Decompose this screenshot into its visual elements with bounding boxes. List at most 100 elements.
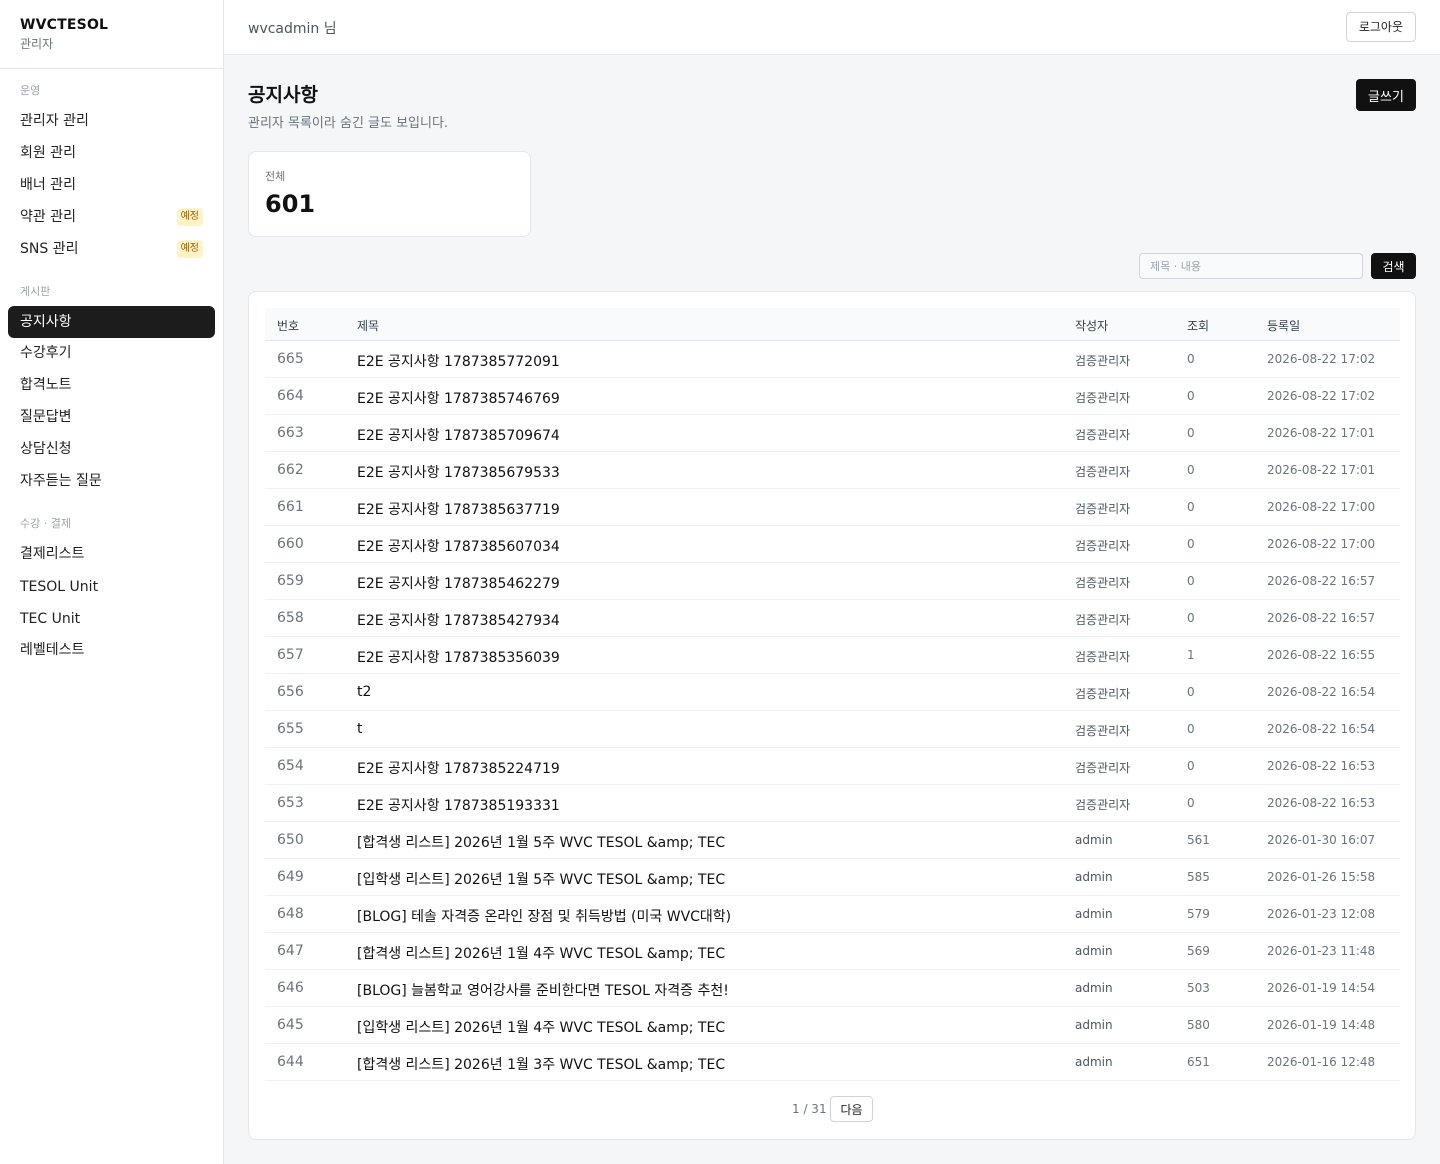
table-row[interactable]: 658 E2E 공지사항 1787385427934 검증관리자 0 2026-08-2… bbox=[265, 600, 1400, 637]
row-date: 2026-08-22 16:57 bbox=[1267, 574, 1376, 588]
table-row[interactable]: 649 [입학생 리스트] 2026년 1월 5주 WVC TESOL &amp;… bbox=[265, 859, 1400, 896]
nav-section-courses-payments: 수강 · 결제 bbox=[20, 517, 71, 530]
sidebar-item-terms-management[interactable]: 약관 관리 예정 bbox=[8, 201, 215, 233]
table-row[interactable]: 657 E2E 공지사항 1787385356039 검증관리자 1 2026-08-2… bbox=[265, 637, 1400, 674]
row-author: 검증관리자 bbox=[1075, 576, 1131, 590]
sidebar-item-label: 합격노트 bbox=[20, 377, 72, 393]
row-date: 2026-08-22 16:54 bbox=[1267, 722, 1376, 736]
sidebar-item-tec-unit[interactable]: TEC Unit bbox=[8, 603, 215, 635]
row-date: 2026-01-23 12:08 bbox=[1267, 907, 1376, 921]
row-title-link[interactable]: E2E 공지사항 1787385462279 bbox=[357, 573, 560, 593]
column-header-author: 작성자 bbox=[1075, 319, 1109, 333]
table-row[interactable]: 647 [합격생 리스트] 2026년 1월 4주 WVC TESOL &amp;… bbox=[265, 933, 1400, 970]
stat-value: 601 bbox=[265, 190, 316, 218]
table-row[interactable]: 650 [합격생 리스트] 2026년 1월 5주 WVC TESOL &amp;… bbox=[265, 822, 1400, 859]
table-body: 665 E2E 공지사항 1787385772091 검증관리자 0 2026-08-2… bbox=[265, 341, 1400, 1081]
sidebar-item-admin-management[interactable]: 관리자 관리 bbox=[8, 105, 215, 137]
row-date: 2026-01-19 14:54 bbox=[1267, 981, 1376, 995]
row-title-link[interactable]: E2E 공지사항 1787385193331 bbox=[357, 795, 560, 815]
row-views: 0 bbox=[1187, 426, 1195, 440]
row-views: 0 bbox=[1187, 722, 1195, 736]
sidebar-item-faq[interactable]: 자주듣는 질문 bbox=[8, 465, 215, 497]
row-title-link[interactable]: [합격생 리스트] 2026년 1월 3주 WVC TESOL &amp; TE… bbox=[357, 1054, 725, 1074]
sidebar-item-tesol-unit[interactable]: TESOL Unit bbox=[8, 571, 215, 603]
row-author: admin bbox=[1075, 870, 1113, 884]
row-number: 660 bbox=[277, 536, 304, 552]
table-row[interactable]: 662 E2E 공지사항 1787385679533 검증관리자 0 2026-08-2… bbox=[265, 452, 1400, 489]
row-title-link[interactable]: E2E 공지사항 1787385427934 bbox=[357, 610, 560, 630]
sidebar-item-payment-list[interactable]: 결제리스트 bbox=[8, 538, 215, 570]
row-date: 2026-01-23 11:48 bbox=[1267, 944, 1376, 958]
row-date: 2026-08-22 16:53 bbox=[1267, 796, 1376, 810]
row-date: 2026-01-26 15:58 bbox=[1267, 870, 1376, 884]
table-row[interactable]: 644 [합격생 리스트] 2026년 1월 3주 WVC TESOL &amp;… bbox=[265, 1044, 1400, 1081]
row-number: 665 bbox=[277, 351, 304, 367]
sidebar-item-level-test[interactable]: 레벨테스트 bbox=[8, 634, 215, 666]
row-author: 검증관리자 bbox=[1075, 650, 1131, 664]
logout-button[interactable]: 로그아웃 bbox=[1345, 12, 1416, 42]
row-date: 2026-08-22 17:00 bbox=[1267, 537, 1376, 551]
row-title-link[interactable]: E2E 공지사항 1787385772091 bbox=[357, 351, 560, 371]
row-title-link[interactable]: [BLOG] 늘봄학교 영어강사를 준비한다면 TESOL 자격증 추천! bbox=[357, 980, 729, 1000]
current-user: wvcadmin 님 bbox=[248, 21, 337, 37]
table-row[interactable]: 648 [BLOG] 테솔 자격증 온라인 장점 및 취득방법 (미국 WVC대학… bbox=[265, 896, 1400, 933]
row-title-link[interactable]: E2E 공지사항 1787385679533 bbox=[357, 462, 560, 482]
row-title-link[interactable]: [합격생 리스트] 2026년 1월 4주 WVC TESOL &amp; TE… bbox=[357, 943, 725, 963]
row-number: 658 bbox=[277, 610, 304, 626]
table-row[interactable]: 661 E2E 공지사항 1787385637719 검증관리자 0 2026-08-2… bbox=[265, 489, 1400, 526]
sidebar-item-sns-management[interactable]: SNS 관리 예정 bbox=[8, 233, 215, 265]
row-title-link[interactable]: E2E 공지사항 1787385356039 bbox=[357, 647, 560, 667]
planned-badge: 예정 bbox=[176, 208, 203, 226]
row-title-link[interactable]: E2E 공지사항 1787385709674 bbox=[357, 425, 560, 445]
table-row[interactable]: 665 E2E 공지사항 1787385772091 검증관리자 0 2026-08-2… bbox=[265, 341, 1400, 378]
stat-label: 전체 bbox=[265, 170, 286, 183]
table-row[interactable]: 655 t 검증관리자 0 2026-08-22 16:54 bbox=[265, 711, 1400, 748]
row-date: 2026-08-22 16:53 bbox=[1267, 759, 1376, 773]
row-views: 561 bbox=[1187, 833, 1210, 847]
row-date: 2026-08-22 17:02 bbox=[1267, 389, 1376, 403]
row-author: 검증관리자 bbox=[1075, 724, 1131, 738]
search-button[interactable]: 검색 bbox=[1371, 253, 1416, 279]
row-author: 검증관리자 bbox=[1075, 502, 1131, 516]
row-author: admin bbox=[1075, 1018, 1113, 1032]
table-row[interactable]: 654 E2E 공지사항 1787385224719 검증관리자 0 2026-08-2… bbox=[265, 748, 1400, 785]
row-views: 0 bbox=[1187, 685, 1195, 699]
row-date: 2026-01-19 14:48 bbox=[1267, 1018, 1376, 1032]
sidebar-item-qna[interactable]: 질문답변 bbox=[8, 401, 215, 433]
sidebar-item-member-management[interactable]: 회원 관리 bbox=[8, 137, 215, 169]
row-title-link[interactable]: [입학생 리스트] 2026년 1월 5주 WVC TESOL &amp; TE… bbox=[357, 869, 725, 889]
row-title-link[interactable]: E2E 공지사항 1787385607034 bbox=[357, 536, 560, 556]
row-author: 검증관리자 bbox=[1075, 761, 1131, 775]
sidebar-item-label: 약관 관리 bbox=[20, 209, 76, 225]
table-row[interactable]: 656 t2 검증관리자 0 2026-08-22 16:54 bbox=[265, 674, 1400, 711]
row-title-link[interactable]: t bbox=[357, 721, 363, 737]
write-button[interactable]: 글쓰기 bbox=[1356, 79, 1416, 111]
sidebar-item-consultation[interactable]: 상담신청 bbox=[8, 433, 215, 465]
table-row[interactable]: 646 [BLOG] 늘봄학교 영어강사를 준비한다면 TESOL 자격증 추천!… bbox=[265, 970, 1400, 1007]
row-number: 645 bbox=[277, 1017, 304, 1033]
sidebar-item-banner-management[interactable]: 배너 관리 bbox=[8, 169, 215, 201]
next-page-button[interactable]: 다음 bbox=[830, 1096, 873, 1122]
sidebar-item-reviews[interactable]: 수강후기 bbox=[8, 337, 215, 369]
row-title-link[interactable]: E2E 공지사항 1787385637719 bbox=[357, 499, 560, 519]
table-row[interactable]: 653 E2E 공지사항 1787385193331 검증관리자 0 2026-08-2… bbox=[265, 785, 1400, 822]
table-row[interactable]: 660 E2E 공지사항 1787385607034 검증관리자 0 2026-08-2… bbox=[265, 526, 1400, 563]
table-row[interactable]: 663 E2E 공지사항 1787385709674 검증관리자 0 2026-08-2… bbox=[265, 415, 1400, 452]
row-title-link[interactable]: E2E 공지사항 1787385224719 bbox=[357, 758, 560, 778]
table-row[interactable]: 645 [입학생 리스트] 2026년 1월 4주 WVC TESOL &amp;… bbox=[265, 1007, 1400, 1044]
nav-section-board: 게시판 bbox=[20, 285, 51, 298]
total-stat-card: 전체 601 bbox=[248, 151, 531, 237]
row-title-link[interactable]: [BLOG] 테솔 자격증 온라인 장점 및 취득방법 (미국 WVC대학) bbox=[357, 906, 731, 926]
sidebar-item-notices[interactable]: 공지사항 bbox=[8, 306, 215, 338]
row-title-link[interactable]: E2E 공지사항 1787385746769 bbox=[357, 388, 560, 408]
row-title-link[interactable]: t2 bbox=[357, 684, 371, 700]
row-title-link[interactable]: [합격생 리스트] 2026년 1월 5주 WVC TESOL &amp; TE… bbox=[357, 832, 725, 852]
column-header-number: 번호 bbox=[277, 319, 300, 333]
table-row[interactable]: 659 E2E 공지사항 1787385462279 검증관리자 0 2026-08-2… bbox=[265, 563, 1400, 600]
table-row[interactable]: 664 E2E 공지사항 1787385746769 검증관리자 0 2026-08-2… bbox=[265, 378, 1400, 415]
row-date: 2026-08-22 17:01 bbox=[1267, 426, 1376, 440]
row-title-link[interactable]: [입학생 리스트] 2026년 1월 4주 WVC TESOL &amp; TE… bbox=[357, 1017, 725, 1037]
row-views: 0 bbox=[1187, 500, 1195, 514]
sidebar-item-pass-notes[interactable]: 합격노트 bbox=[8, 369, 215, 401]
search-input[interactable] bbox=[1139, 253, 1363, 279]
